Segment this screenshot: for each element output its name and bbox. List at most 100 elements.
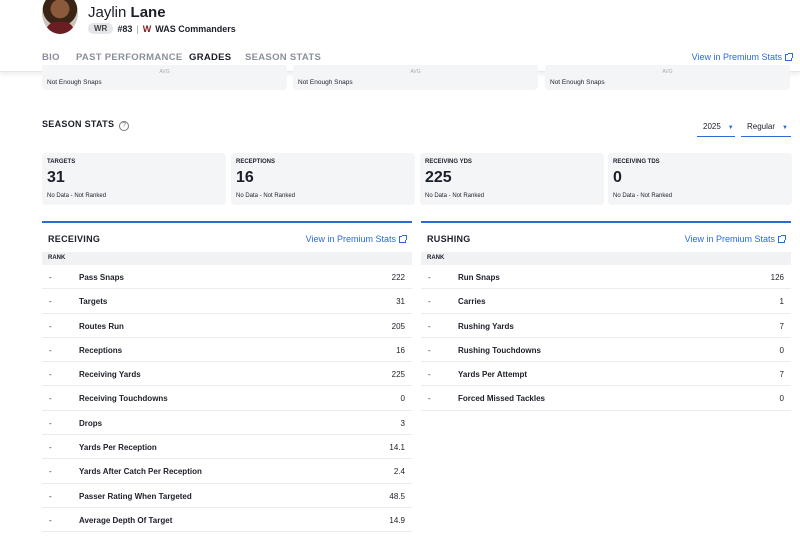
table-row: - Yards Per Reception 14.1 (42, 435, 412, 460)
player-name: Jaylin Lane (88, 4, 166, 21)
rushing-panel: RUSHING View in Premium Stats RANK - Run … (421, 221, 791, 411)
year-select-value: 2025 (703, 122, 721, 131)
row-stat-name: Yards Per Reception (79, 443, 157, 453)
receiving-panel: RECEIVING View in Premium Stats RANK - Pa… (42, 221, 412, 533)
rank-column-header: RANK (42, 252, 412, 265)
tab-bio[interactable]: BIO (42, 52, 60, 63)
player-header: Jaylin Lane WR #83 | W WAS Commanders (0, 0, 800, 42)
row-rank: - (49, 297, 52, 307)
season-type-select[interactable]: Regular ▼ (741, 117, 791, 137)
row-stat-name: Receptions (79, 345, 123, 355)
external-link-icon (399, 235, 407, 243)
row-stat-value: 14.1 (389, 443, 405, 453)
row-stat-name: Average Depth Of Target (79, 515, 173, 525)
row-rank: - (428, 297, 431, 307)
row-stat-name: Rushing Yards (458, 321, 514, 331)
row-stat-name: Receiving Touchdowns (79, 394, 168, 404)
table-row: - Receiving Yards 225 (42, 362, 412, 387)
table-row: - Receptions 16 (42, 338, 412, 363)
team-name[interactable]: WAS Commanders (155, 24, 236, 34)
row-stat-name: Forced Missed Tackles (458, 394, 545, 404)
receiving-title: RECEIVING (48, 234, 101, 244)
grade-avg-label: AVG (410, 69, 421, 75)
row-rank: - (49, 515, 52, 525)
row-stat-value: 7 (779, 321, 784, 331)
stat-card-receptions: RECEPTIONS 16 No Data - Not Ranked (231, 153, 415, 205)
stat-value: 0 (613, 169, 622, 186)
tab-past-performance[interactable]: PAST PERFORMANCE (76, 52, 183, 63)
season-stats-title-text: SEASON STATS (42, 119, 115, 129)
table-row: - Pass Snaps 222 (42, 265, 412, 290)
grade-status: Not Enough Snaps (298, 79, 353, 86)
table-row: - Yards After Catch Per Reception 2.4 (42, 459, 412, 484)
premium-stats-link-label: View in Premium Stats (691, 52, 782, 62)
season-type-select-value: Regular (747, 122, 776, 131)
stat-label: RECEIVING YDS (425, 159, 472, 165)
premium-stats-link[interactable]: View in Premium Stats (691, 52, 793, 62)
rushing-premium-link-label: View in Premium Stats (684, 234, 775, 244)
player-first-name: Jaylin (88, 4, 127, 21)
rank-column-header: RANK (421, 252, 791, 265)
table-row: - Receiving Touchdowns 0 (42, 386, 412, 411)
row-stat-value: 48.5 (389, 491, 405, 501)
season-stats-title: SEASON STATS? (42, 119, 130, 131)
row-rank: - (49, 370, 52, 380)
row-stat-value: 225 (391, 370, 405, 380)
stat-value: 16 (236, 169, 254, 186)
row-rank: - (49, 345, 52, 355)
stat-label: RECEIVING TDS (613, 159, 660, 165)
stat-card-receiving-yds: RECEIVING YDS 225 No Data - Not Ranked (420, 153, 604, 205)
external-link-icon (785, 53, 793, 61)
table-row: - Yards Per Attempt 7 (421, 362, 791, 387)
player-meta: WR #83 | W WAS Commanders (88, 23, 236, 34)
stat-rank: No Data - Not Ranked (613, 193, 673, 199)
table-row: - Routes Run 205 (42, 314, 412, 338)
table-row: - Rushing Yards 7 (421, 314, 791, 338)
table-row: - Targets 31 (42, 289, 412, 314)
row-stat-value: 2.4 (393, 467, 405, 477)
receiving-premium-link-label: View in Premium Stats (305, 234, 396, 244)
stat-value: 225 (425, 169, 452, 186)
stat-label: RECEPTIONS (236, 159, 276, 165)
jersey-number: #83 (117, 23, 133, 34)
player-avatar (42, 0, 78, 34)
stat-value: 31 (47, 169, 65, 186)
grade-card: AVG Not Enough Snaps (42, 65, 287, 90)
row-stat-value: 7 (779, 370, 784, 380)
row-rank: - (49, 418, 52, 428)
grade-card: AVG Not Enough Snaps (545, 65, 790, 90)
table-row: - Carries 1 (421, 289, 791, 314)
row-stat-value: 0 (400, 394, 405, 404)
row-stat-value: 16 (396, 345, 405, 355)
grade-avg-label: AVG (662, 69, 673, 75)
row-rank: - (49, 491, 52, 501)
row-rank: - (49, 394, 52, 404)
table-row: - Forced Missed Tackles 0 (421, 386, 791, 411)
panel-header: RUSHING View in Premium Stats (421, 223, 791, 252)
row-rank: - (49, 273, 52, 282)
row-stat-value: 0 (779, 394, 784, 404)
row-stat-name: Yards After Catch Per Reception (79, 467, 202, 477)
rushing-premium-link[interactable]: View in Premium Stats (684, 234, 786, 244)
table-row: - Rushing Touchdowns 0 (421, 338, 791, 363)
table-row: - Run Snaps 126 (421, 265, 791, 290)
row-stat-name: Receiving Yards (79, 370, 141, 380)
help-icon[interactable]: ? (119, 121, 130, 131)
chevron-down-icon: ▼ (727, 125, 734, 131)
panel-header: RECEIVING View in Premium Stats (42, 223, 412, 252)
year-select[interactable]: 2025 ▼ (697, 117, 735, 137)
row-rank: - (428, 321, 431, 331)
row-rank: - (428, 394, 431, 404)
tab-grades[interactable]: GRADES (189, 52, 231, 63)
position-badge: WR (88, 23, 114, 34)
grade-status: Not Enough Snaps (47, 79, 102, 86)
row-stat-value: 222 (391, 273, 405, 282)
stat-rank: No Data - Not Ranked (47, 193, 107, 199)
receiving-premium-link[interactable]: View in Premium Stats (305, 234, 407, 244)
row-rank: - (428, 273, 431, 282)
row-stat-name: Targets (79, 297, 108, 307)
row-stat-name: Passer Rating When Targeted (79, 491, 192, 501)
tab-season-stats[interactable]: SEASON STATS (245, 52, 321, 63)
player-last-name: Lane (130, 4, 166, 21)
grade-status: Not Enough Snaps (550, 79, 605, 86)
